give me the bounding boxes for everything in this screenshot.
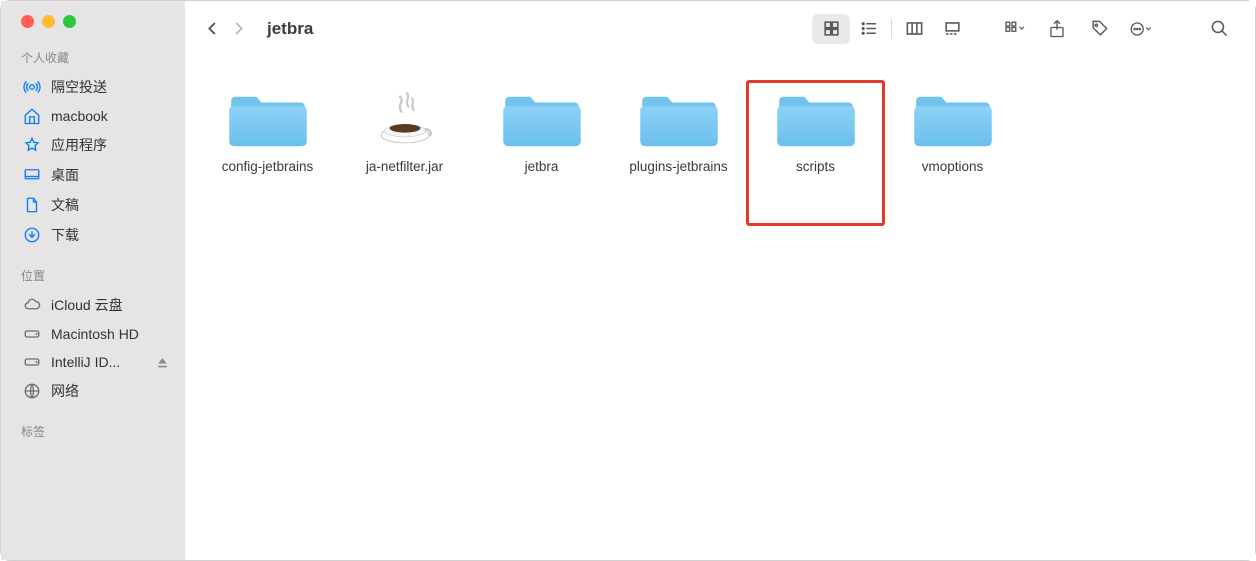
house-icon xyxy=(23,107,41,125)
column-view-button[interactable] xyxy=(895,14,933,44)
disk-icon xyxy=(23,353,41,371)
group-by-button[interactable] xyxy=(999,14,1031,44)
file-item-vmoptions[interactable]: vmoptions xyxy=(884,81,1021,225)
minimize-window-button[interactable] xyxy=(42,15,55,28)
sidebar-item-intellij[interactable]: IntelliJ ID... xyxy=(1,348,185,376)
toolbar-divider xyxy=(891,19,892,39)
share-button[interactable] xyxy=(1041,14,1073,44)
sidebar-section-tags: 标签 xyxy=(1,420,185,446)
sidebar-item-label: 隔空投送 xyxy=(51,77,107,97)
sidebar-item-label: 应用程序 xyxy=(51,135,107,155)
sidebar-item-label: iCloud 云盘 xyxy=(51,295,123,315)
sidebar-item-icloud[interactable]: iCloud 云盘 xyxy=(1,290,185,320)
network-icon xyxy=(23,382,41,400)
sidebar-item-label: 桌面 xyxy=(51,165,79,185)
sidebar-item-documents[interactable]: 文稿 xyxy=(1,190,185,220)
gallery-view-button[interactable] xyxy=(933,14,971,44)
toolbar: jetbra xyxy=(185,1,1255,57)
search-button[interactable] xyxy=(1203,14,1235,44)
file-item-scripts[interactable]: scripts xyxy=(747,81,884,225)
list-view-button[interactable] xyxy=(850,14,888,44)
cloud-icon xyxy=(23,296,41,314)
sidebar-item-home[interactable]: macbook xyxy=(1,102,185,130)
file-label: config-jetbrains xyxy=(222,159,314,175)
file-item-config-jetbrains[interactable]: config-jetbrains xyxy=(199,81,336,225)
view-switcher xyxy=(812,14,971,44)
sidebar-item-label: 文稿 xyxy=(51,195,79,215)
action-menu-button[interactable] xyxy=(1125,14,1157,44)
sidebar-section-locations: 位置 xyxy=(1,264,185,290)
sidebar-item-downloads[interactable]: 下载 xyxy=(1,220,185,250)
sidebar: 个人收藏 隔空投送 macbook 应用程序 桌面 文稿 下载 位置 iClou… xyxy=(1,1,185,560)
sidebar-item-label: 网络 xyxy=(51,381,79,401)
file-grid[interactable]: config-jetbrains ja-netfilter.jar jetbra pl… xyxy=(185,57,1255,560)
window-title: jetbra xyxy=(267,19,313,39)
disk-icon xyxy=(23,325,41,343)
desktop-icon xyxy=(23,166,41,184)
content-area: jetbra config-jetbrains ja-netfilter.jar j… xyxy=(185,1,1255,560)
eject-icon[interactable] xyxy=(156,356,169,369)
file-item-ja-netfilter-jar[interactable]: ja-netfilter.jar xyxy=(336,81,473,225)
window-controls xyxy=(1,11,185,46)
appstore-icon xyxy=(23,136,41,154)
sidebar-item-network[interactable]: 网络 xyxy=(1,376,185,406)
file-label: vmoptions xyxy=(922,159,984,175)
sidebar-item-label: Macintosh HD xyxy=(51,326,139,342)
sidebar-item-applications[interactable]: 应用程序 xyxy=(1,130,185,160)
file-label: ja-netfilter.jar xyxy=(366,159,443,175)
sidebar-item-desktop[interactable]: 桌面 xyxy=(1,160,185,190)
close-window-button[interactable] xyxy=(21,15,34,28)
file-label: plugins-jetbrains xyxy=(629,159,727,175)
file-item-plugins-jetbrains[interactable]: plugins-jetbrains xyxy=(610,81,747,225)
sidebar-item-label: 下载 xyxy=(51,225,79,245)
sidebar-item-label: IntelliJ ID... xyxy=(51,354,120,370)
tags-button[interactable] xyxy=(1083,14,1115,44)
sidebar-item-label: macbook xyxy=(51,108,108,124)
back-button[interactable] xyxy=(199,16,225,42)
document-icon xyxy=(23,196,41,214)
sidebar-item-airdrop[interactable]: 隔空投送 xyxy=(1,72,185,102)
icon-view-button[interactable] xyxy=(812,14,850,44)
airdrop-icon xyxy=(23,78,41,96)
sidebar-item-macintosh-hd[interactable]: Macintosh HD xyxy=(1,320,185,348)
forward-button[interactable] xyxy=(225,16,251,42)
sidebar-section-favorites: 个人收藏 xyxy=(1,46,185,72)
file-item-jetbra[interactable]: jetbra xyxy=(473,81,610,225)
file-label: scripts xyxy=(796,159,835,175)
download-icon xyxy=(23,226,41,244)
maximize-window-button[interactable] xyxy=(63,15,76,28)
file-label: jetbra xyxy=(525,159,559,175)
